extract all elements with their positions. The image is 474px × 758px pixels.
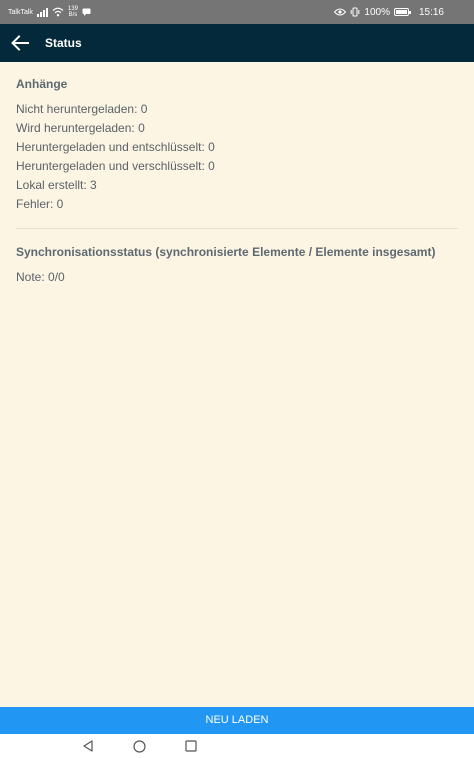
eye-icon: [334, 8, 347, 16]
section-divider: [16, 228, 458, 229]
attachments-heading: Anhänge: [16, 77, 68, 91]
attachments-row-downloaded-encrypted: Heruntergeladen und verschlüsselt: 0: [16, 159, 215, 173]
network-speed-unit: B/s: [68, 12, 78, 18]
app-bar: Status: [0, 24, 474, 62]
sync-status-section: Synchronisationsstatus (synchronisierte …: [16, 244, 458, 287]
attachments-row-not-downloaded: Nicht heruntergeladen: 0: [16, 102, 148, 116]
status-bar-right: 100% 15:16: [334, 0, 444, 24]
battery-percent: 100%: [364, 6, 390, 18]
status-content: Anhänge Nicht heruntergeladen: 0 Wird he…: [0, 62, 474, 707]
sync-status-row-note: Note: 0/0: [16, 270, 65, 284]
home-circle-icon: [132, 739, 146, 753]
cellular-signal-icon: [36, 7, 48, 17]
recents-square-icon: [185, 740, 197, 752]
nav-recents-button[interactable]: [183, 738, 199, 754]
page-title: Status: [45, 36, 82, 50]
nav-home-button[interactable]: [131, 738, 147, 754]
attachments-row-created-locally: Lokal erstellt: 3: [16, 178, 97, 192]
back-button[interactable]: [8, 31, 32, 55]
reload-button[interactable]: NEU LADEN: [0, 707, 474, 734]
attachments-row-downloaded-decrypted: Heruntergeladen und entschlüsselt: 0: [16, 140, 215, 154]
nav-back-button[interactable]: [80, 738, 96, 754]
message-icon: [82, 8, 91, 16]
system-status-bar: TalkTalk 139 B/s 100% 15:16: [0, 0, 474, 24]
wifi-icon: [52, 7, 64, 17]
system-navigation-bar: [0, 734, 474, 758]
back-triangle-icon: [83, 740, 93, 752]
sync-status-heading: Synchronisationsstatus (synchronisierte …: [16, 245, 436, 259]
network-speed: 139 B/s: [68, 6, 78, 18]
attachments-section: Anhänge Nicht heruntergeladen: 0 Wird he…: [16, 76, 458, 214]
battery-icon: [393, 8, 411, 16]
carrier-name: TalkTalk: [8, 8, 33, 16]
clock: 15:16: [418, 6, 444, 18]
status-bar-left: TalkTalk 139 B/s: [8, 0, 91, 24]
attachments-row-errors: Fehler: 0: [16, 197, 64, 211]
attachments-row-downloading: Wird heruntergeladen: 0: [16, 121, 145, 135]
arrow-left-icon: [11, 35, 29, 51]
vibrate-icon: [351, 7, 360, 17]
